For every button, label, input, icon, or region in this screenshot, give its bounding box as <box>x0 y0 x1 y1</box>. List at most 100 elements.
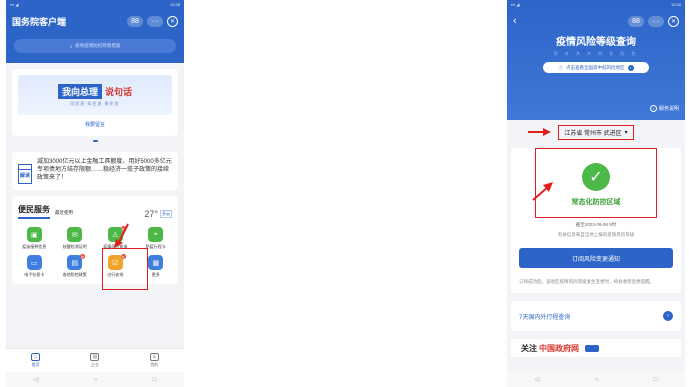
follow-banner[interactable]: 关注 中国政府网 <box>511 339 681 357</box>
service-icon: ⌖ <box>148 227 164 242</box>
service-item[interactable]: ✉ 核酸检测证明 <box>55 227 96 250</box>
bottom-tab-bar: ⌂ 首页 ▥ 企业 ♙ 我的 <box>6 348 184 372</box>
close-icon[interactable]: ✕ <box>167 15 178 27</box>
red-arrow-icon <box>528 128 551 136</box>
options-icon[interactable]: ··· <box>147 15 163 27</box>
banner-title-a: 我向总理 <box>57 83 102 99</box>
more-menu-icon[interactable]: 88 <box>628 15 644 27</box>
close-icon[interactable]: ✕ <box>668 15 679 27</box>
system-nav-bar: ◁ ○ □ <box>6 372 184 387</box>
more-menu-icon[interactable]: 88 <box>127 15 143 27</box>
news-headline: 减加3000亿元以上金融工具额度、用好5000多亿元专项债地方结存限额……稳经济… <box>37 159 172 181</box>
status-time: 10:28 <box>169 2 180 7</box>
weather-temperature: 27° <box>144 209 158 219</box>
risk-result-card: ✓ 常态化防控区域 截至2022-09-08 9时 有关信息来自当地上报的疫情风… <box>511 148 681 293</box>
weather-condition: 多云 <box>160 210 172 218</box>
back-nav-icon[interactable]: ◁ <box>34 376 39 383</box>
miniapp-capsule: 88 ··· ✕ <box>127 15 178 27</box>
service-label: 各地防控政策 <box>62 272 87 277</box>
source-note: 有关信息来自当地上报的疫情风险等级 <box>557 232 635 237</box>
tab-icon: ▥ <box>90 353 100 361</box>
page-title: 疫情风险等级查询 <box>556 37 636 48</box>
home-nav-icon[interactable]: ○ <box>595 377 599 383</box>
trip-query-label: 7天国内外行程查询 <box>519 314 571 321</box>
home-nav-icon[interactable]: ○ <box>94 377 98 383</box>
service-icon: ▭ <box>26 255 42 270</box>
search-band: ⌕ 各地疫情防控政策措施 <box>6 33 184 63</box>
back-nav-icon[interactable]: ◁ <box>535 376 540 383</box>
status-bar: ▪▪▪ ◢ 10:28 <box>6 0 184 9</box>
options-icon[interactable]: ··· <box>648 15 664 27</box>
tab-item[interactable]: ⌂ 首页 <box>31 353 41 368</box>
risk-header: ▪▪▪ ◢ 10:30 ‹ 88 ··· ✕ 疫情风险等级查询 同 舟 共 济 … <box>507 0 685 120</box>
service-icon: ▣ <box>26 227 42 242</box>
tab-label: 我的 <box>150 362 159 367</box>
help-icon: i <box>649 105 657 112</box>
tab-icon: ♙ <box>149 353 159 361</box>
national-risk-link[interactable]: ⓘ 点击查看全国高中低风险地区 › <box>543 62 649 73</box>
banner-subtitle: 同民意 知民意 聚民智 <box>70 100 120 106</box>
app-title: 国务院客户端 <box>12 16 67 27</box>
check-icon: ✓ <box>582 163 610 191</box>
info-icon: ⓘ <box>558 64 564 70</box>
service-label: 疫苗接种信息 <box>22 244 47 249</box>
back-icon[interactable]: ‹ <box>513 15 517 27</box>
status-signal: ▪▪▪ ◢ <box>10 2 19 7</box>
service-icon: ✉ <box>67 227 83 242</box>
status-signal: ▪▪▪ ◢ <box>511 2 520 7</box>
leave-message-link[interactable]: 我要留言 <box>12 115 178 136</box>
service-item[interactable]: ▤ 新各地防控政策 <box>55 254 96 278</box>
service-badge: 新 <box>80 254 85 259</box>
search-icon: ⌕ <box>69 43 73 49</box>
location-text: 江苏省 常州市 武进区 <box>564 130 622 137</box>
service-item[interactable]: ▣ 疫苗接种信息 <box>14 227 55 250</box>
app-header: 国务院客户端 88 ··· ✕ <box>6 9 184 33</box>
follow-label: 关注 <box>521 343 537 353</box>
service-item[interactable]: ▭ 电子社保卡 <box>14 255 55 278</box>
news-item[interactable]: 解读 减加3000亿元以上金融工具额度、用好5000多亿元专项债地方结存限额……… <box>12 152 178 190</box>
cutoff-time: 截至2022-09-08 9时 <box>575 222 617 227</box>
subscribe-button[interactable]: 订阅风险变更通知 <box>519 248 673 268</box>
search-input[interactable]: ⌕ 各地疫情防控政策措施 <box>14 39 176 53</box>
service-label: 防疫行程卡 <box>145 244 166 249</box>
highlight-box-risk-query <box>102 248 148 290</box>
carousel-indicator <box>6 136 184 146</box>
search-placeholder: 各地疫情防控政策措施 <box>75 43 121 48</box>
service-item[interactable]: ⌖ 防疫行程卡 <box>136 227 177 250</box>
follow-tag <box>585 344 599 352</box>
phone-screen-app-home: ▪▪▪ ◢ 10:28 国务院客户端 88 ··· ✕ ⌕ 各地疫情防控政策措施… <box>6 0 184 387</box>
service-grid: ▣疫苗接种信息✉核酸检测证明⚠热疫情风险查询⌖防疫行程卡▭电子社保卡▤新各地防控… <box>12 223 178 284</box>
message-banner[interactable]: 我向总理 说句话 同民意 知民意 聚民智 <box>18 75 172 115</box>
tab-label: 企业 <box>90 362 99 367</box>
chevron-down-icon: ▾ <box>624 129 628 136</box>
miniapp-capsule: 88 ··· ✕ <box>628 15 679 27</box>
arrow-right-icon: › <box>663 311 673 321</box>
tab-icon: ⌂ <box>31 353 41 361</box>
service-label: 更多 <box>151 272 160 277</box>
red-arrow-icon <box>114 223 129 248</box>
follow-gov-name: 中国政府网 <box>539 343 579 353</box>
service-label: 电子社保卡 <box>24 272 45 277</box>
service-label: 核酸检测证明 <box>62 244 87 249</box>
tab-label: 首页 <box>31 362 40 367</box>
weather-widget[interactable]: 27° 多云 <box>144 209 172 219</box>
recents-nav-icon[interactable]: □ <box>654 377 658 383</box>
location-selector[interactable]: 江苏省 常州市 武进区 ▾ <box>558 124 634 140</box>
trip-query-link[interactable]: 7天国内外行程查询 › <box>511 301 681 331</box>
banner-title-b: 说句话 <box>105 86 133 97</box>
interpretation-badge: 解读 <box>18 164 32 184</box>
tab-item[interactable]: ▥ 企业 <box>90 353 100 368</box>
red-arrow-icon <box>532 182 553 201</box>
status-bar: ▪▪▪ ◢ 10:30 <box>507 0 685 9</box>
services-title: 便民服务 <box>18 204 50 219</box>
risk-level: 常态化防控区域 <box>571 199 621 206</box>
tab-item[interactable]: ♙ 我的 <box>149 353 159 368</box>
service-icon: ▦ <box>148 255 164 270</box>
services-card: 便民服务 最近使用 27° 多云 ▣疫苗接种信息✉核酸检测证明⚠热疫情风险查询⌖… <box>12 196 178 284</box>
risk-body: 江苏省 常州市 武进区 ▾ ✓ 常态化防控区域 截至2022-09-08 9时 … <box>507 120 685 387</box>
subscribe-tip: 订阅成功后，该地区疫情风险等级发生变更时，将会收到变更提醒。 <box>519 279 654 284</box>
page-subtitle: 同 舟 共 济 科 学 防 控 <box>553 51 639 56</box>
recent-used-tab[interactable]: 最近使用 <box>55 210 73 216</box>
service-info-link[interactable]: i 服务说明 <box>649 105 679 112</box>
recents-nav-icon[interactable]: □ <box>153 377 157 383</box>
